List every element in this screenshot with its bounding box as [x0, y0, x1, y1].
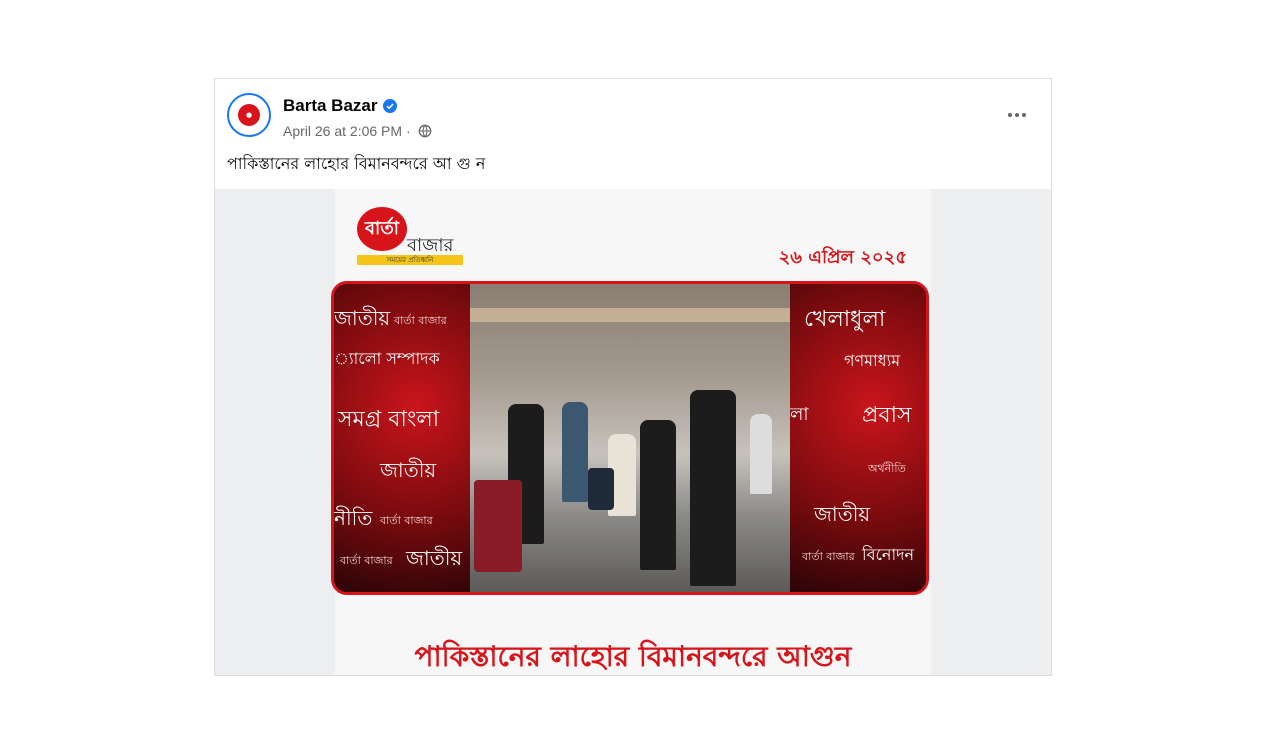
suitcase	[588, 468, 614, 510]
page-avatar[interactable]: ●	[227, 93, 271, 137]
right-word-panel: খেলাধুলা গণমাধ্যম লা প্রবাস অর্থনীতি জাত…	[790, 284, 926, 592]
logo-circle: বার্তা	[357, 207, 407, 251]
left-word: বার্তা বাজার	[380, 514, 433, 527]
facebook-post: ● Barta Bazar April 26 at 2:06 PM · পাকি…	[214, 78, 1052, 676]
post-caption: পাকিস্তানের লাহোর বিমানবন্দরে আ গু ন	[227, 154, 486, 173]
post-image[interactable]: বার্তা বাজার সময়ের প্রতিধ্বনি ২৬ এপ্রিল…	[215, 189, 1051, 675]
left-word: সমগ্র বাংলা	[338, 407, 440, 432]
logo-tagline: সময়ের প্রতিধ্বনি	[357, 255, 463, 265]
left-word: বার্তা বাজার	[394, 314, 447, 327]
right-word: অর্থনীতি	[868, 462, 906, 475]
left-word: জাতীয়	[380, 458, 437, 482]
card-date: ২৬ এপ্রিল ২০২৫	[778, 247, 907, 268]
right-word: বার্তা বাজার	[802, 550, 855, 563]
meta-separator: ·	[405, 123, 411, 139]
person-silhouette	[640, 420, 676, 570]
right-word: খেলাধুলা	[804, 307, 886, 332]
right-word: লা	[790, 404, 809, 425]
barta-bazar-logo: বার্তা বাজার সময়ের প্রতিধ্বনি	[355, 207, 465, 269]
person-silhouette	[690, 390, 736, 586]
more-options-icon[interactable]	[1003, 103, 1031, 127]
suitcase	[474, 480, 522, 572]
page-name-link[interactable]: Barta Bazar	[283, 96, 378, 116]
left-word: জাতীয়	[406, 546, 463, 570]
video-still[interactable]	[470, 284, 790, 592]
person-silhouette	[750, 414, 772, 494]
verified-badge-icon	[383, 99, 397, 113]
right-word: বিনোদন	[862, 545, 915, 564]
post-timestamp[interactable]: April 26 at 2:06 PM	[283, 123, 402, 139]
post-meta: April 26 at 2:06 PM ·	[283, 123, 432, 139]
news-card: বার্তা বাজার সময়ের প্রতিধ্বনি ২৬ এপ্রিল…	[331, 189, 931, 675]
ceiling-light	[470, 308, 790, 322]
left-word: ্যালো সম্পাদক	[334, 349, 440, 368]
right-word: প্রবাস	[862, 403, 912, 428]
left-word: জাতীয়	[334, 306, 391, 330]
avatar-logo-icon: ●	[238, 104, 260, 126]
right-word: জাতীয়	[814, 502, 871, 526]
left-word-panel: জাতীয় বার্তা বাজার ্যালো সম্পাদক সমগ্র …	[334, 284, 470, 592]
right-word: গণমাধ্যম	[844, 351, 901, 370]
left-word: বার্তা বাজার	[340, 554, 393, 567]
video-frame: জাতীয় বার্তা বাজার ্যালো সম্পাদক সমগ্র …	[331, 281, 929, 595]
card-headline: পাকিস্তানের লাহোর বিমানবন্দরে আগুন	[414, 640, 852, 673]
left-word: নীতি	[334, 506, 373, 530]
person-silhouette	[562, 402, 588, 502]
globe-icon[interactable]	[418, 124, 432, 138]
